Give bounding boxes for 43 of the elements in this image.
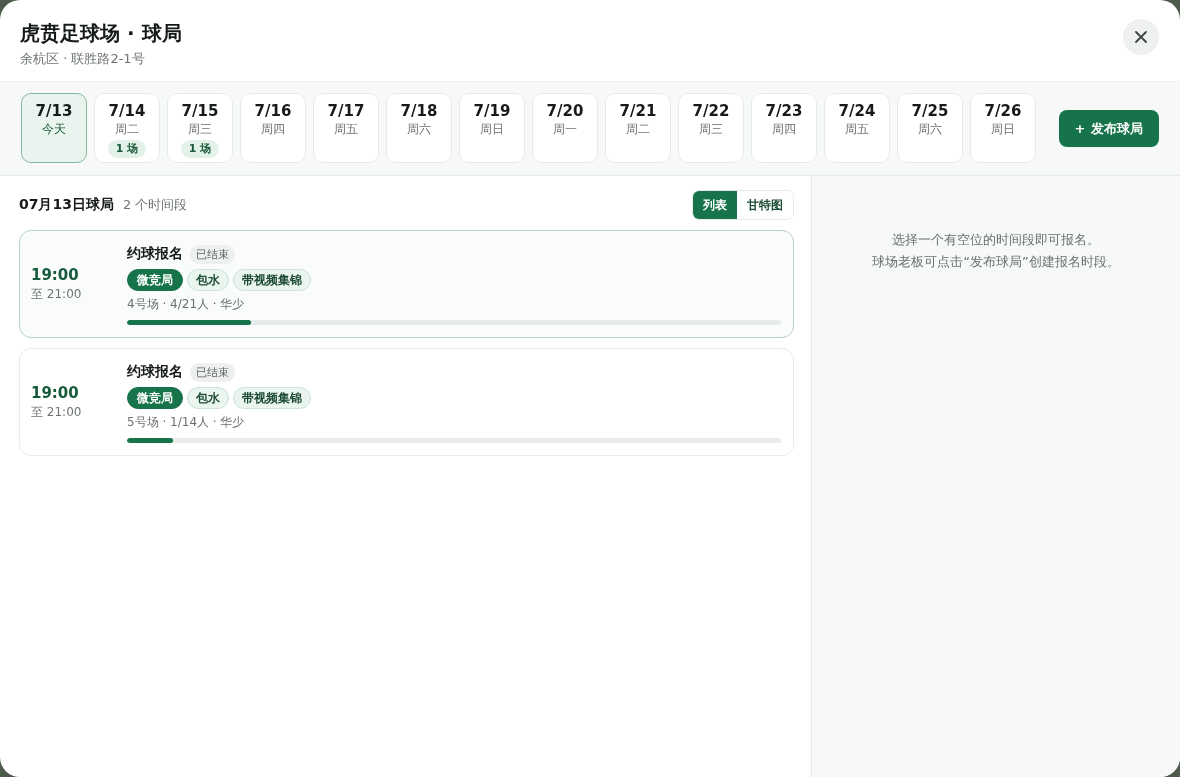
tag: 包水: [187, 387, 229, 409]
publish-button[interactable]: + 发布球局: [1059, 110, 1159, 147]
date-tab[interactable]: 7/26 周日: [970, 92, 1036, 163]
status-badge: 已结束: [190, 362, 235, 382]
date-tab[interactable]: 7/22 周三: [678, 92, 744, 163]
end-time: 至 21:00: [31, 286, 82, 303]
date-tab[interactable]: 7/25 周六: [897, 92, 963, 163]
time-slot-card[interactable]: 19:00 至 21:00 约球报名 已结束 微竞局 包水 带视频集锦 4号场 · 4/21人 · 华少: [19, 230, 794, 338]
slot-title: 约球报名: [127, 363, 183, 381]
date-tab[interactable]: 7/14 周二 1 场: [94, 92, 160, 163]
tag: 带视频集锦: [233, 387, 311, 409]
tag: 微竞局: [127, 269, 183, 291]
close-icon: [1135, 31, 1147, 43]
date-tab[interactable]: 7/21 周二: [605, 92, 671, 163]
hint-text: 选择一个有空位的时间段即可报名。 球场老板可点击“发布球局”创建报名时段。: [872, 231, 1120, 271]
slot-count: 2 个时间段: [122, 196, 188, 214]
date-tab[interactable]: 7/19 周日: [459, 92, 525, 163]
slot-title: 约球报名: [127, 245, 183, 263]
venue-address: 余杭区 · 联胜路2-1号: [20, 50, 146, 68]
status-badge: 已结束: [190, 244, 235, 264]
start-time: 19:00: [31, 383, 79, 403]
date-tab[interactable]: 7/13 今天: [21, 92, 87, 163]
tag: 包水: [187, 269, 229, 291]
session-count-badge: 1 场: [107, 139, 147, 158]
date-tab[interactable]: 7/17 周五: [313, 92, 379, 163]
tag: 带视频集锦: [233, 269, 311, 291]
view-tab[interactable]: 列表: [693, 191, 737, 219]
slot-info: 4号场 · 4/21人 · 华少: [127, 296, 246, 312]
date-tab[interactable]: 7/16 周四: [240, 92, 306, 163]
modal-title: 虎贲足球场 · 球局: [20, 20, 182, 47]
tag: 微竞局: [127, 387, 183, 409]
time-slot-card[interactable]: 19:00 至 21:00 约球报名 已结束 微竞局 包水 带视频集锦 5号场 · 1/14人 · 华少: [19, 348, 794, 456]
date-tab[interactable]: 7/24 周五: [824, 92, 890, 163]
start-time: 19:00: [31, 265, 79, 285]
session-count-badge: 1 场: [180, 139, 220, 158]
date-tab[interactable]: 7/18 周六: [386, 92, 452, 163]
slot-info: 5号场 · 1/14人 · 华少: [127, 414, 246, 430]
date-tab[interactable]: 7/15 周三 1 场: [167, 92, 233, 163]
date-tab[interactable]: 7/23 周四: [751, 92, 817, 163]
date-tab[interactable]: 7/20 周一: [532, 92, 598, 163]
end-time: 至 21:00: [31, 404, 82, 421]
list-title: 07月13日球局: [19, 196, 114, 214]
close-button[interactable]: [1123, 19, 1159, 55]
